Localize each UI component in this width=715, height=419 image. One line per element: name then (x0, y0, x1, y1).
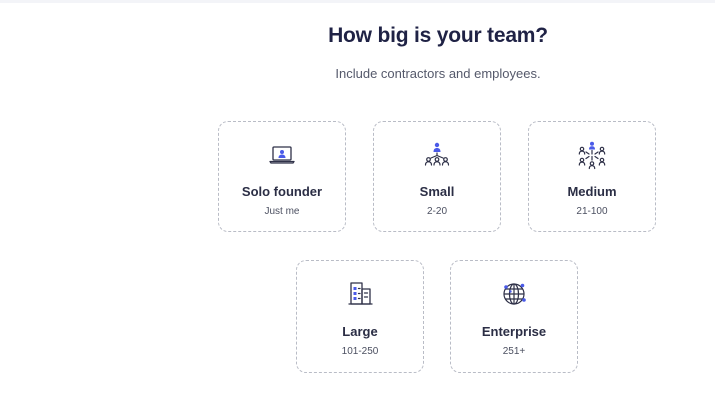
option-range: 2-20 (426, 206, 447, 217)
option-card-small[interactable]: Small 2-20 (373, 121, 501, 232)
option-range: 251+ (502, 346, 526, 357)
option-card-enterprise[interactable]: Enterprise 251+ (450, 260, 578, 373)
option-label: Small (419, 184, 455, 199)
top-bar (0, 0, 715, 3)
option-card-medium[interactable]: Medium 21-100 (528, 121, 656, 232)
option-label: Solo founder (241, 184, 323, 199)
option-card-solo-founder[interactable]: Solo founder Just me (218, 121, 346, 232)
page-title: How big is your team? (328, 24, 548, 47)
team-size-page: How big is your team? Include contractor… (0, 0, 715, 419)
office-building-icon (345, 279, 375, 309)
globe-network-icon (499, 279, 529, 309)
option-label: Enterprise (481, 324, 547, 339)
option-label: Medium (567, 184, 617, 199)
option-label: Large (342, 324, 378, 339)
option-range: Just me (264, 206, 300, 217)
medium-team-icon (577, 140, 607, 170)
page-subtitle: Include contractors and employees. (335, 66, 541, 81)
small-team-icon (422, 140, 452, 170)
laptop-user-icon (267, 140, 297, 170)
option-card-large[interactable]: Large 101-250 (296, 260, 424, 373)
option-range: 21-100 (576, 206, 608, 217)
option-range: 101-250 (341, 346, 379, 357)
